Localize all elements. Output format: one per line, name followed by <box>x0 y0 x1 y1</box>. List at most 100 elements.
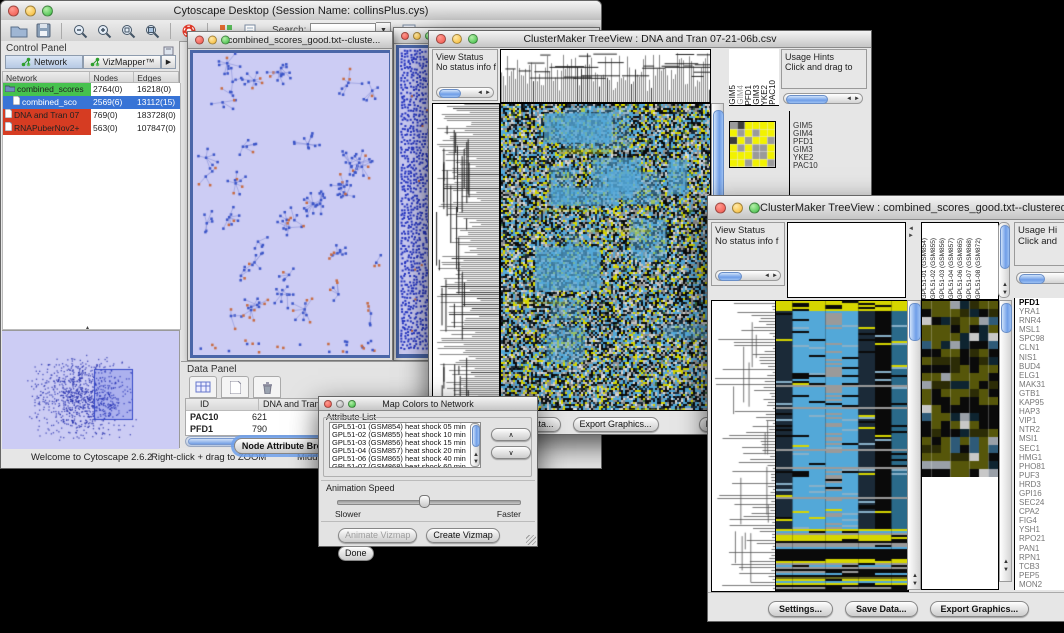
scroll-down-icon[interactable]: ▼ <box>473 459 479 465</box>
row-label[interactable]: MON2 <box>1019 580 1064 589</box>
row-label[interactable]: TCB3 <box>1019 562 1064 571</box>
dialog-button[interactable]: Create Vizmap <box>426 528 499 543</box>
zoom-window-icon[interactable] <box>749 202 760 213</box>
dialog-titlebar[interactable]: Map Colors to Network <box>319 397 537 411</box>
scrollbar-thumb[interactable] <box>786 95 828 104</box>
treeview-button[interactable]: Export Graphics... <box>573 417 659 432</box>
window-controls[interactable] <box>8 5 53 16</box>
heatmap-canvas[interactable] <box>500 103 711 411</box>
scrollbar-thumb[interactable] <box>1019 274 1045 284</box>
minimize-icon[interactable] <box>732 202 743 213</box>
col-edges[interactable]: Edges <box>134 72 178 82</box>
row-label[interactable]: SEC1 <box>1019 444 1064 453</box>
scroll-left-icon[interactable]: ◄ <box>477 90 483 96</box>
row-label[interactable]: MAK31 <box>1019 380 1064 389</box>
scroll-up-icon[interactable]: ▲ <box>1002 282 1008 288</box>
row-label[interactable]: PEP5 <box>1019 571 1064 580</box>
scroll-down-icon[interactable]: ▼ <box>1002 290 1008 296</box>
row-label[interactable]: VIP1 <box>1019 416 1064 425</box>
row-dendrogram-canvas[interactable] <box>711 300 777 592</box>
row-label[interactable]: FIG4 <box>1019 516 1064 525</box>
close-icon[interactable] <box>715 202 726 213</box>
close-icon[interactable] <box>401 32 409 40</box>
scrollbar-thumb[interactable] <box>472 425 480 447</box>
network-list-row[interactable]: DNA and Tran 07 769(0) 183728(0) <box>3 109 180 122</box>
row-label[interactable]: HAP3 <box>1019 407 1064 416</box>
heatmap-canvas[interactable] <box>775 300 909 592</box>
zoom-in-icon[interactable] <box>92 21 116 40</box>
treeview-button[interactable]: Settings... <box>768 601 833 617</box>
row-label[interactable]: GTB1 <box>1019 389 1064 398</box>
close-icon[interactable] <box>436 34 446 44</box>
zoom-selected-icon[interactable] <box>116 21 140 40</box>
row-label[interactable]: PFD1 <box>1019 298 1064 307</box>
row-label[interactable]: HMG1 <box>1019 453 1064 462</box>
row-label[interactable]: RPO21 <box>1019 534 1064 543</box>
network-overview[interactable]: ▴ <box>2 330 179 448</box>
row-label[interactable]: PAC10 <box>793 162 841 170</box>
row-label[interactable]: KAP95 <box>1019 398 1064 407</box>
row-label[interactable]: SEC24 <box>1019 498 1064 507</box>
scrollbar-thumb[interactable] <box>1000 225 1010 269</box>
scrollbar-thumb[interactable] <box>713 110 724 204</box>
scroll-right-icon[interactable]: ► <box>772 273 778 279</box>
tab[interactable]: VizMapper™ <box>83 55 161 69</box>
zoom-window-icon[interactable] <box>468 34 478 44</box>
row-label[interactable]: PUF3 <box>1019 471 1064 480</box>
column-label[interactable]: GPL51-08 (GSM872) <box>976 238 985 299</box>
usage-hints-scrollbar[interactable] <box>1016 272 1064 284</box>
scroll-left-icon[interactable]: ◄ <box>764 273 770 279</box>
slider-thumb[interactable] <box>419 495 430 508</box>
view-status-scrollbar[interactable]: ◄ ► <box>715 270 781 281</box>
row-label[interactable]: YSH1 <box>1019 525 1064 534</box>
scroll-down-icon[interactable]: ▼ <box>912 581 918 587</box>
trash-icon[interactable] <box>253 376 281 398</box>
minimize-icon[interactable] <box>336 400 344 408</box>
row-label[interactable]: YRA1 <box>1019 307 1064 316</box>
minimize-icon[interactable] <box>25 5 36 16</box>
row-label[interactable]: RPN1 <box>1019 553 1064 562</box>
zoom-window-icon[interactable] <box>348 400 356 408</box>
row-label[interactable]: CLN1 <box>1019 343 1064 352</box>
scroll-left-icon[interactable]: ◄ <box>846 96 852 102</box>
heatmap-vscrollbar[interactable]: ▲ ▼ <box>907 300 921 590</box>
zoom-out-icon[interactable] <box>68 21 92 40</box>
attribute-list-item[interactable]: GPL51-07 (GSM868) heat shock 60 min <box>332 463 480 468</box>
treeview2-titlebar[interactable]: ClusterMaker TreeView : combined_scores_… <box>708 196 1064 220</box>
attribute-list[interactable]: GPL51-01 (GSM854) heat shock 05 minGPL51… <box>329 422 481 468</box>
row-label[interactable]: PHO81 <box>1019 462 1064 471</box>
row-label[interactable]: CPA2 <box>1019 507 1064 516</box>
row-dendrogram-canvas[interactable] <box>432 103 500 411</box>
column-labels-scrollbar[interactable]: ▲ ▼ <box>998 222 1010 298</box>
scroll-up-icon[interactable]: ▲ <box>473 452 479 458</box>
row-label[interactable]: RNR4 <box>1019 316 1064 325</box>
tab[interactable]: Network <box>5 55 83 69</box>
dialog-button[interactable]: Animate Vizmap <box>338 528 417 543</box>
resize-grip[interactable] <box>526 535 536 545</box>
treeview1-titlebar[interactable]: ClusterMaker TreeView : DNA and Tran 07-… <box>429 31 871 48</box>
open-folder-icon[interactable] <box>7 21 31 40</box>
row-label[interactable]: NTR2 <box>1019 425 1064 434</box>
table-icon[interactable] <box>189 376 217 398</box>
main-titlebar[interactable]: Cytoscape Desktop (Session Name: collins… <box>1 1 601 21</box>
row-label[interactable]: PAN1 <box>1019 544 1064 553</box>
network-window-1-titlebar[interactable]: combined_scores_good.txt--cluste... <box>188 32 392 49</box>
column-dendrogram-canvas[interactable] <box>500 49 711 103</box>
pan-arrows[interactable]: ◄► <box>908 226 914 240</box>
new-document-icon[interactable] <box>221 376 249 398</box>
close-icon[interactable] <box>8 5 19 16</box>
scrollbar-thumb[interactable] <box>439 89 461 98</box>
zoom-vscrollbar[interactable]: ▲ ▼ <box>999 300 1012 582</box>
scroll-right-icon[interactable]: ► <box>854 96 860 102</box>
zoom-heatmap-canvas[interactable] <box>922 301 998 477</box>
network-list-row[interactable]: RNAPuberNov2+ 563(0) 107847(0) <box>3 122 180 135</box>
row-label[interactable]: HRD3 <box>1019 480 1064 489</box>
network-list-row[interactable]: combined_sco 2569(6) 13112(15) <box>3 96 180 109</box>
overview-resize-handle[interactable]: ▴ <box>86 325 89 332</box>
scroll-right-icon[interactable]: ► <box>485 90 491 96</box>
view-status-scrollbar[interactable]: ◄ ► <box>436 87 494 98</box>
close-icon[interactable] <box>324 400 332 408</box>
zoom-window-icon[interactable] <box>42 5 53 16</box>
attribute-list-scrollbar[interactable]: ▲ ▼ <box>470 423 480 467</box>
move-up-button[interactable]: ∧ <box>491 428 531 441</box>
